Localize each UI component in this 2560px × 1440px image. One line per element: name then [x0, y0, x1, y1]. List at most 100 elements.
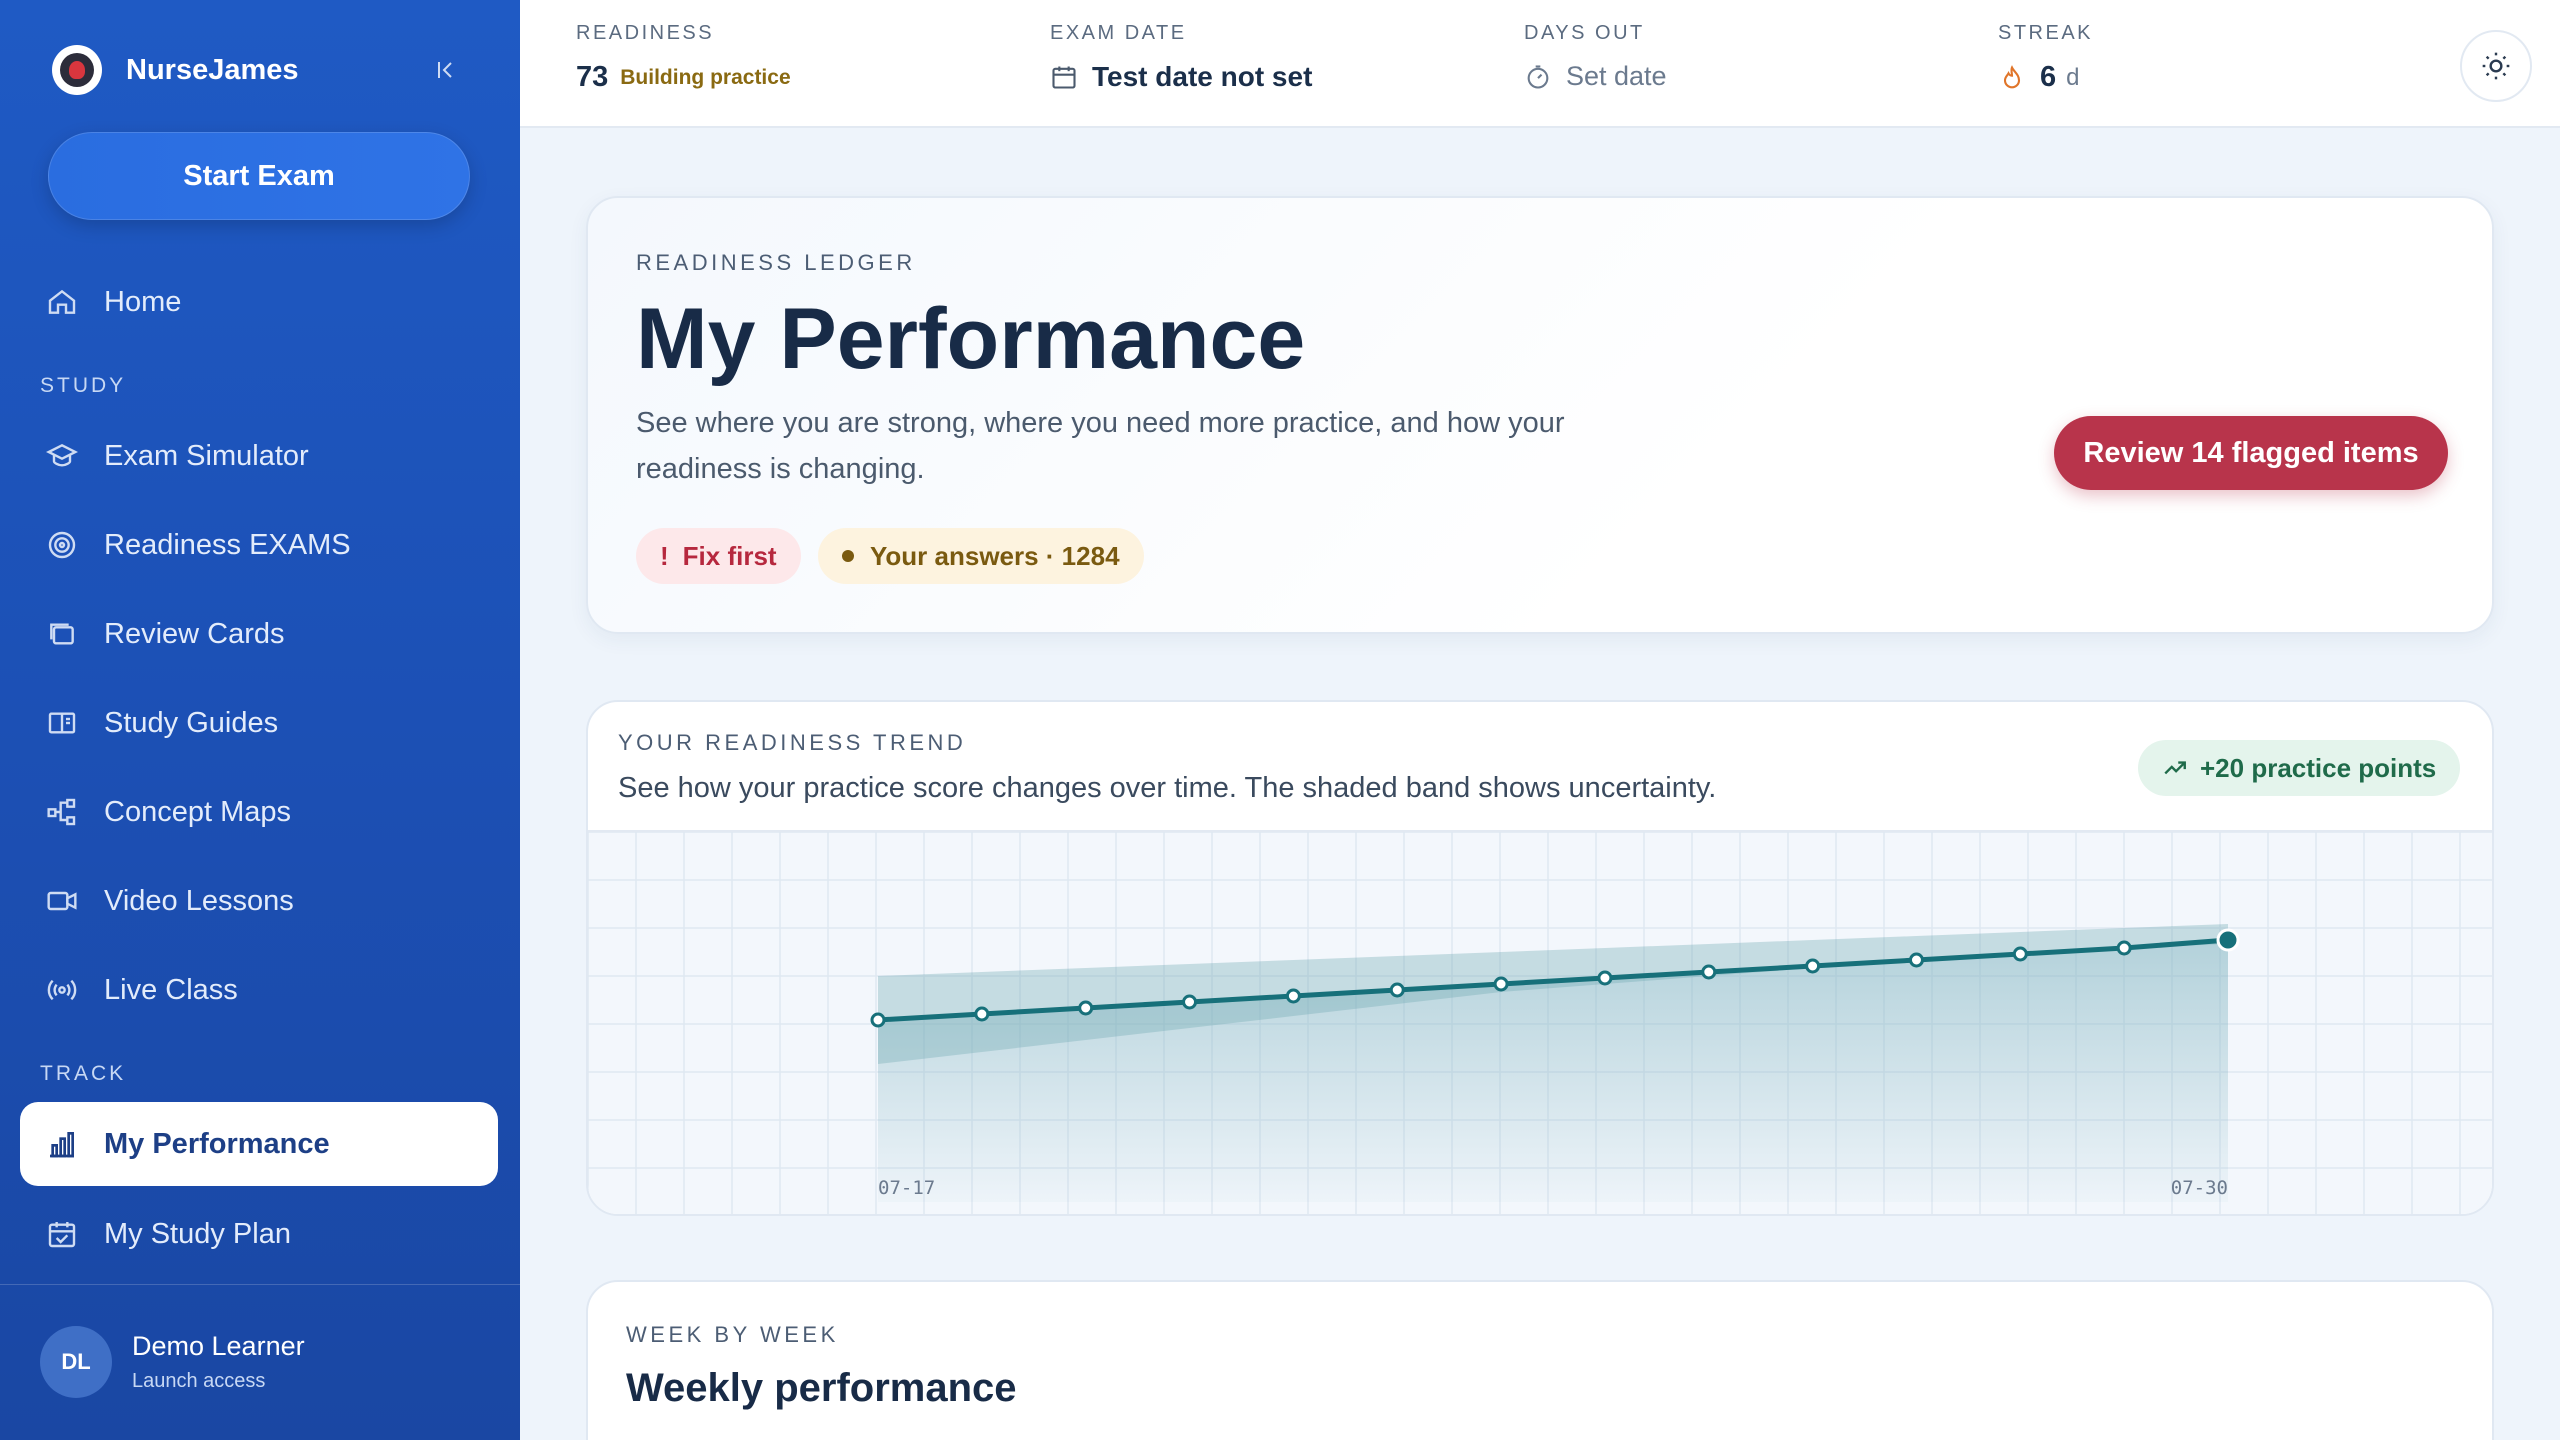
- exam-date-value: Test date not set: [1092, 61, 1313, 92]
- fix-first-pill[interactable]: ! Fix first: [636, 528, 801, 584]
- sun-icon: [2482, 52, 2510, 80]
- home-icon: [44, 284, 80, 320]
- data-point: [1493, 976, 1509, 992]
- user-name: Demo Learner: [132, 1331, 305, 1361]
- dot-icon: [842, 550, 854, 562]
- data-point: [1805, 958, 1821, 974]
- top-status-bar: READINESS 73 Building practice EXAM DATE…: [520, 0, 2560, 128]
- hero-eyebrow: READINESS LEDGER: [636, 250, 916, 275]
- streak-label: STREAK: [1998, 22, 2094, 44]
- exam-date-label: EXAM DATE: [1050, 22, 1187, 44]
- sidebar-item-label: Video Lessons: [104, 884, 294, 917]
- review-flagged-button[interactable]: Review 14 flagged items: [2054, 416, 2448, 490]
- performance-hero-card: READINESS LEDGER My Performance See wher…: [586, 196, 2494, 634]
- brand-name: NurseJames: [126, 53, 299, 86]
- data-point: [870, 1012, 886, 1028]
- section-label-study: STUDY: [40, 374, 127, 397]
- streak-value: 6: [2040, 61, 2057, 93]
- data-point: [2012, 946, 2028, 962]
- data-point: [1078, 1000, 1094, 1016]
- readiness-stat: READINESS 73 Building practice: [576, 22, 791, 94]
- hero-description: See where you are strong, where you need…: [636, 407, 1565, 485]
- page-title: My Performance: [636, 291, 1306, 387]
- data-point: [1285, 988, 1301, 1004]
- readiness-label: READINESS: [576, 22, 715, 44]
- sidebar-item-label: Study Guides: [104, 706, 279, 739]
- sidebar-item-review-cards[interactable]: Review Cards: [20, 592, 498, 676]
- practice-points-label: +20 practice points: [2200, 752, 2437, 783]
- sidebar-item-live-class[interactable]: Live Class: [20, 948, 498, 1032]
- sidebar-item-label: My Study Plan: [104, 1217, 291, 1250]
- data-point: [1701, 964, 1717, 980]
- sidebar-item-label: My Performance: [104, 1127, 330, 1160]
- trend-chart: 07-17 07-30: [588, 830, 2492, 1214]
- weekly-eyebrow: WEEK BY WEEK: [626, 1322, 839, 1347]
- days-out-stat[interactable]: DAYS OUT Set date: [1524, 22, 1667, 92]
- sidebar-item-study-guides[interactable]: Study Guides: [20, 681, 498, 765]
- weekly-title: Weekly performance: [626, 1366, 1017, 1410]
- stopwatch-icon: [1527, 64, 1549, 89]
- sidebar-item-readiness-exams[interactable]: Readiness EXAMS: [20, 503, 498, 587]
- start-exam-button[interactable]: Start Exam: [48, 132, 470, 220]
- sidebar-item-concept-maps[interactable]: Concept Maps: [20, 770, 498, 854]
- data-point: [2116, 940, 2132, 956]
- days-out-label: DAYS OUT: [1524, 22, 1645, 44]
- x-tick-label: 07-17: [878, 1177, 935, 1199]
- sidebar-item-label: Review Cards: [104, 617, 285, 650]
- data-point: [1908, 952, 1924, 968]
- network-icon: [44, 794, 80, 830]
- streak-unit: d: [2066, 63, 2080, 91]
- graduation-cap-icon: [44, 438, 80, 474]
- sidebar-item-label: Live Class: [104, 973, 238, 1006]
- brand[interactable]: NurseJames: [52, 44, 299, 96]
- video-icon: [44, 883, 80, 919]
- broadcast-icon: [44, 972, 80, 1008]
- book-icon: [44, 705, 80, 741]
- sidebar-item-label: Home: [104, 285, 182, 318]
- data-point: [1182, 994, 1198, 1010]
- sidebar-item-my-performance[interactable]: My Performance: [20, 1102, 498, 1186]
- trend-description: See how your practice score changes over…: [618, 772, 1717, 804]
- alert-icon: !: [660, 540, 669, 571]
- readiness-trend-card: YOUR READINESS TREND See how your practi…: [586, 700, 2494, 1216]
- readiness-value: 73: [576, 61, 609, 93]
- flame-icon: [2003, 64, 2021, 88]
- calendar-icon: [1052, 66, 1076, 89]
- sidebar: NurseJames Start Exam Home STUDY Exam Si…: [0, 0, 520, 1440]
- brand-logo: [52, 45, 102, 95]
- x-tick-label: 07-30: [2171, 1177, 2228, 1199]
- sidebar-item-label: Concept Maps: [104, 795, 291, 828]
- target-icon: [44, 527, 80, 563]
- theme-toggle-button[interactable]: [2460, 30, 2532, 102]
- trending-up-icon: [2164, 761, 2186, 775]
- days-out-value: Set date: [1566, 61, 1667, 91]
- user-profile[interactable]: DL Demo Learner Launch access: [40, 1326, 305, 1398]
- sidebar-item-label: Readiness EXAMS: [104, 528, 351, 561]
- data-point: [974, 1006, 990, 1022]
- weekly-performance-card: WEEK BY WEEK Weekly performance: [586, 1280, 2494, 1440]
- sidebar-item-exam-simulator[interactable]: Exam Simulator: [20, 414, 498, 498]
- answers-label: Your answers · 1284: [870, 540, 1120, 571]
- streak-stat: STREAK 6 d: [1998, 22, 2093, 94]
- user-access: Launch access: [132, 1370, 266, 1392]
- cards-icon: [44, 616, 80, 652]
- avatar: DL: [40, 1326, 112, 1398]
- fix-first-label: Fix first: [682, 540, 777, 571]
- bar-chart-icon: [44, 1126, 80, 1162]
- sidebar-divider: [0, 1284, 520, 1285]
- readiness-status: Building practice: [620, 65, 791, 89]
- collapse-icon: [438, 62, 452, 78]
- sidebar-item-label: Exam Simulator: [104, 439, 309, 472]
- section-label-track: TRACK: [40, 1062, 127, 1085]
- exam-date-stat[interactable]: EXAM DATE Test date not set: [1050, 22, 1312, 93]
- data-point: [2216, 928, 2240, 952]
- trend-eyebrow: YOUR READINESS TREND: [618, 730, 967, 755]
- sidebar-item-home[interactable]: Home: [20, 260, 498, 344]
- sidebar-item-video-lessons[interactable]: Video Lessons: [20, 859, 498, 943]
- data-point: [1389, 982, 1405, 998]
- sidebar-item-my-study-plan[interactable]: My Study Plan: [20, 1192, 498, 1276]
- practice-points-badge: +20 practice points: [2138, 740, 2461, 796]
- answers-pill[interactable]: Your answers · 1284: [818, 528, 1144, 584]
- calendar-check-icon: [44, 1216, 80, 1252]
- collapse-sidebar-button[interactable]: [428, 52, 464, 88]
